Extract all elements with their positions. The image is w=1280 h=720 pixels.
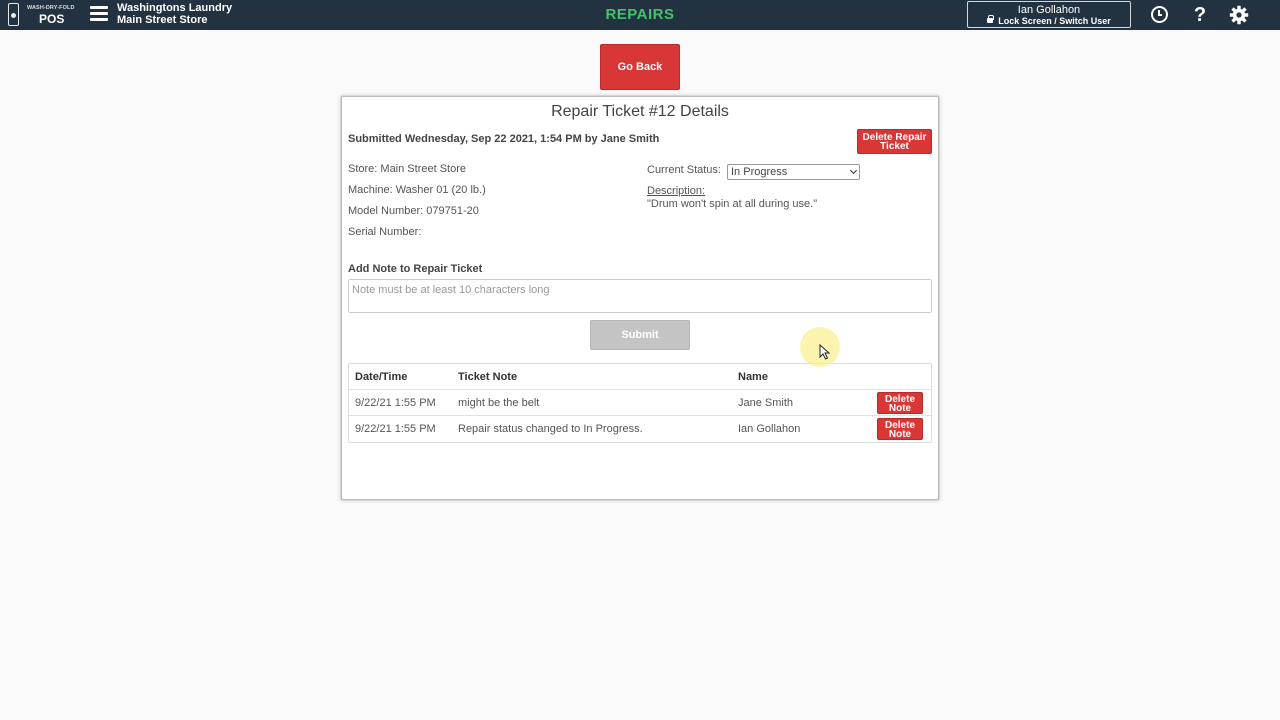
delete-note-button[interactable]: Delete Note bbox=[877, 392, 923, 414]
phone-icon bbox=[8, 3, 19, 26]
note-text: might be the belt bbox=[458, 397, 540, 409]
status-select[interactable]: In Progress bbox=[727, 164, 860, 180]
lock-switch-user-button[interactable]: Ian Gollahon Lock Screen / Switch User bbox=[967, 1, 1131, 28]
clock-icon[interactable] bbox=[1150, 5, 1170, 25]
delete-repair-ticket-button[interactable]: Delete Repair Ticket bbox=[857, 129, 932, 154]
store-info: Store: Main Street Store bbox=[348, 163, 466, 175]
note-author: Jane Smith bbox=[738, 397, 794, 409]
page-title: REPAIRS bbox=[605, 6, 675, 23]
machine-info: Machine: Washer 01 (20 lb.) bbox=[348, 184, 486, 196]
delete-note-button[interactable]: Delete Note bbox=[877, 418, 923, 440]
notes-table: Date/Time Ticket Note Name 9/22/21 1:55 … bbox=[348, 363, 932, 443]
model-number: Model Number: 079751-20 bbox=[348, 205, 479, 217]
add-note-label: Add Note to Repair Ticket bbox=[348, 263, 483, 275]
top-header: WASH-DRY-FOLD POS Washingtons Laundry Ma… bbox=[0, 0, 1280, 30]
serial-number: Serial Number: bbox=[348, 226, 422, 238]
business-info: Washingtons Laundry Main Street Store bbox=[117, 2, 233, 26]
note-datetime: 9/22/21 1:55 PM bbox=[355, 423, 436, 435]
note-datetime: 9/22/21 1:55 PM bbox=[355, 397, 436, 409]
chevron-down-icon bbox=[849, 166, 858, 175]
status-label: Current Status: bbox=[647, 164, 721, 176]
table-header-row: Date/Time Ticket Note Name bbox=[349, 364, 931, 390]
description-text: "Drum won't spin at all during use." bbox=[647, 198, 818, 210]
lock-screen-label: Lock Screen / Switch User bbox=[998, 16, 1111, 26]
column-header-name: Name bbox=[738, 371, 768, 383]
repair-ticket-panel: Repair Ticket #12 Details Submitted Wedn… bbox=[341, 96, 939, 500]
description-label: Description: bbox=[647, 185, 706, 197]
submit-note-button[interactable]: Submit bbox=[590, 320, 690, 350]
store-name: Main Street Store bbox=[117, 13, 208, 26]
table-row: 9/22/21 1:55 PM might be the belt Jane S… bbox=[349, 390, 931, 416]
menu-icon[interactable] bbox=[90, 6, 108, 22]
help-icon[interactable]: ? bbox=[1190, 5, 1210, 25]
column-header-datetime: Date/Time bbox=[355, 371, 408, 383]
mouse-pointer-icon bbox=[819, 344, 831, 360]
gear-icon[interactable] bbox=[1229, 5, 1249, 25]
business-name: Washingtons Laundry bbox=[117, 2, 233, 14]
logo-text: POS bbox=[39, 12, 65, 26]
lock-icon bbox=[987, 15, 995, 23]
note-author: Ian Gollahon bbox=[738, 423, 801, 435]
note-text: Repair status changed to In Progress. bbox=[458, 423, 643, 435]
status-value: In Progress bbox=[731, 166, 788, 178]
note-input[interactable] bbox=[348, 279, 932, 313]
go-back-button[interactable]: Go Back bbox=[600, 44, 680, 90]
column-header-note: Ticket Note bbox=[458, 371, 518, 383]
table-row: 9/22/21 1:55 PM Repair status changed to… bbox=[349, 416, 931, 442]
submitted-info: Submitted Wednesday, Sep 22 2021, 1:54 P… bbox=[348, 133, 660, 145]
ticket-title: Repair Ticket #12 Details bbox=[551, 103, 729, 120]
app-logo: WASH-DRY-FOLD POS bbox=[6, 2, 84, 28]
logo-tagline: WASH-DRY-FOLD bbox=[27, 5, 75, 11]
